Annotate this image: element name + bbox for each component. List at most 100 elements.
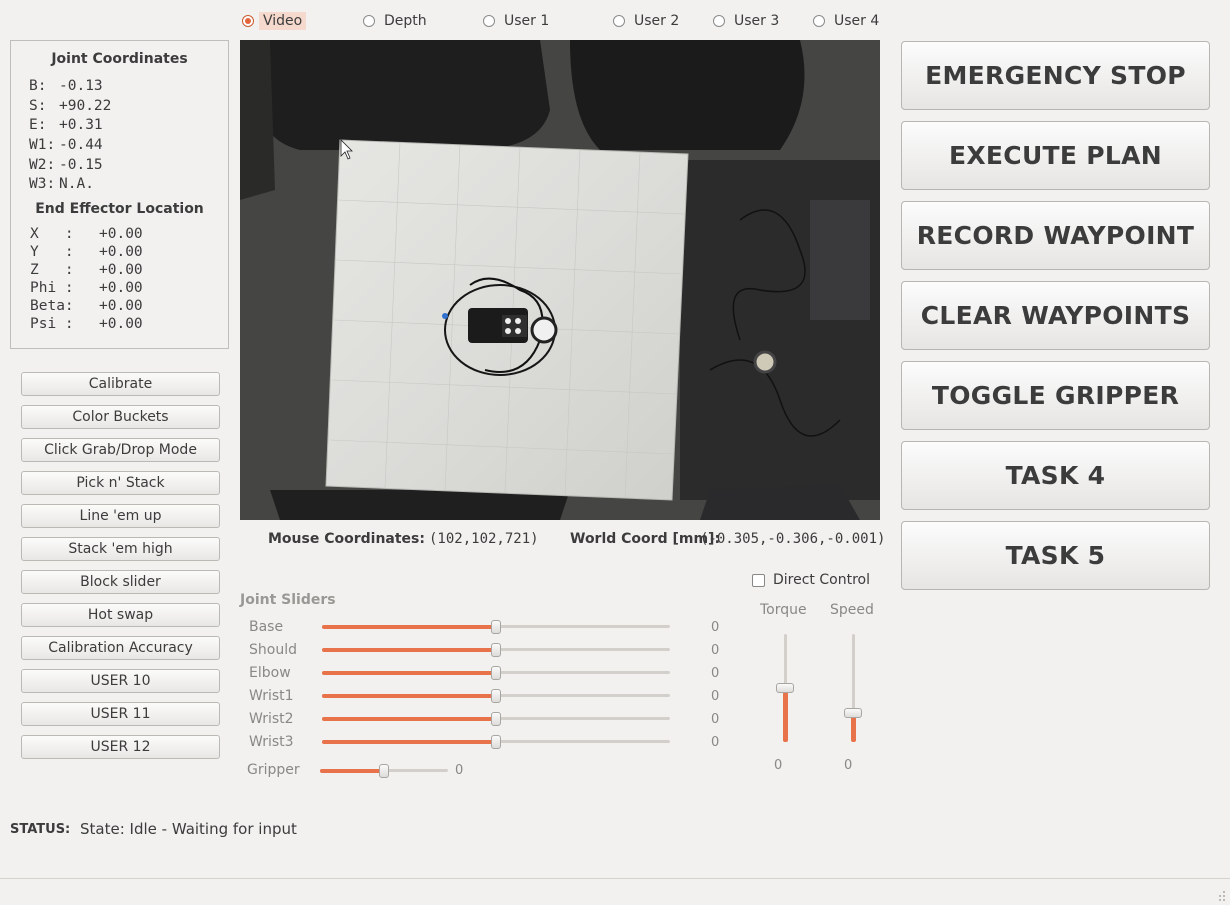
color-buckets-button[interactable]: Color Buckets [21,405,220,429]
checkbox-box [752,573,765,587]
ee-label-psi: Psi : [30,316,74,332]
task4-button[interactable]: TASK 4 [901,441,1210,510]
joint-value-b: -0.13 [59,78,103,94]
elbow-slider-value: 0 [711,666,720,681]
task5-button[interactable]: TASK 5 [901,521,1210,590]
block-slider-button[interactable]: Block slider [21,570,220,594]
ee-value-y: +0.00 [99,244,143,260]
wrist2-slider-value: 0 [711,712,720,727]
wrist2-slider-label: Wrist2 [249,711,294,727]
radio-label: User 1 [504,13,550,29]
elbow-slider-label: Elbow [249,665,291,681]
pick-n-stack-button[interactable]: Pick n' Stack [21,471,220,495]
speed-label: Speed [830,602,874,618]
slider-handle[interactable] [491,689,501,703]
ee-label-z: Z : [30,262,74,278]
radio-indicator [483,15,495,27]
radio-indicator [363,15,375,27]
joint-coordinates-title: Joint Coordinates [51,51,188,67]
calibration-accuracy-button[interactable]: Calibration Accuracy [21,636,220,660]
clear-waypoints-button[interactable]: CLEAR WAYPOINTS [901,281,1210,350]
resize-grip-icon[interactable] [1218,886,1226,901]
torque-value: 0 [774,758,783,773]
statusbar-divider [0,878,1230,879]
hot-swap-button[interactable]: Hot swap [21,603,220,627]
wrist1-slider-value: 0 [711,689,720,704]
mouse-coordinates-label: Mouse Coordinates: [268,531,425,547]
slider-fill [783,688,788,742]
mouse-coordinates-value: (102,102,721) [429,531,539,547]
view-mode-radio-user3[interactable]: User 3 [713,11,779,31]
line-em-up-button[interactable]: Line 'em up [21,504,220,528]
ee-label-y: Y : [30,244,74,260]
view-mode-radio-user4[interactable]: User 4 [813,11,879,31]
ee-value-x: +0.00 [99,226,143,242]
calibrate-button[interactable]: Calibrate [21,372,220,396]
slider-handle[interactable] [491,620,501,634]
end-effector-title: End Effector Location [35,201,204,217]
record-waypoint-button[interactable]: RECORD WAYPOINT [901,201,1210,270]
radio-indicator [613,15,625,27]
joint-value-s: +90.22 [59,98,112,114]
slider-fill [322,648,496,652]
wrist1-slider-label: Wrist1 [249,688,294,704]
joint-label-e: E: [29,117,47,133]
slider-handle[interactable] [491,666,501,680]
joint-value-w1: -0.44 [59,137,103,153]
speed-value: 0 [844,758,853,773]
slider-fill [322,717,496,721]
slider-fill [320,769,384,773]
shoulder-slider-value: 0 [711,643,720,658]
slider-handle[interactable] [844,707,862,718]
stack-em-high-button[interactable]: Stack 'em high [21,537,220,561]
gripper-slider-label: Gripper [247,762,300,778]
base-slider-value: 0 [711,620,720,635]
joint-label-w3: W3: [29,176,56,192]
ee-value-psi: +0.00 [99,316,143,332]
status-text: State: Idle - Waiting for input [80,820,297,838]
view-mode-radio-depth[interactable]: Depth [363,11,427,31]
joint-value-w2: -0.15 [59,157,103,173]
slider-handle[interactable] [776,683,794,693]
radio-indicator [242,15,254,27]
wrist3-slider-label: Wrist3 [249,734,294,750]
ee-value-phi: +0.00 [99,280,143,296]
ee-label-beta: Beta: [30,298,74,314]
click-grab-drop-button[interactable]: Click Grab/Drop Mode [21,438,220,462]
base-slider-label: Base [249,619,284,635]
slider-fill [322,625,496,629]
slider-handle[interactable] [491,712,501,726]
slider-fill [322,671,496,675]
emergency-stop-button[interactable]: EMERGENCY STOP [901,41,1210,110]
joint-value-w3: N.A. [59,176,94,192]
wrist3-slider-value: 0 [711,735,720,750]
radio-label: User 2 [634,13,680,29]
view-mode-radio-video[interactable]: Video [242,11,307,31]
user11-button[interactable]: USER 11 [21,702,220,726]
joint-sliders-title: Joint Sliders [240,592,336,608]
user12-button[interactable]: USER 12 [21,735,220,759]
direct-control-checkbox[interactable]: Direct Control [752,572,870,588]
radio-indicator [713,15,725,27]
joint-label-w2: W2: [29,157,56,173]
radio-label: Video [259,12,307,30]
camera-video-feed[interactable] [240,40,880,520]
ee-label-phi: Phi : [30,280,74,296]
joint-label-b: B: [29,78,47,94]
view-mode-radio-user2[interactable]: User 2 [613,11,679,31]
radio-label: User 3 [734,13,780,29]
user10-button[interactable]: USER 10 [21,669,220,693]
slider-handle[interactable] [379,764,389,778]
direct-control-label: Direct Control [773,572,870,588]
joint-label-w1: W1: [29,137,56,153]
world-coord-value: (-0.305,-0.306,-0.001) [700,531,886,547]
slider-handle[interactable] [491,643,501,657]
toggle-gripper-button[interactable]: TOGGLE GRIPPER [901,361,1210,430]
status-label: STATUS: [10,822,71,837]
view-mode-radio-user1[interactable]: User 1 [483,11,549,31]
joint-label-s: S: [29,98,47,114]
slider-fill [322,740,496,744]
slider-handle[interactable] [491,735,501,749]
execute-plan-button[interactable]: EXECUTE PLAN [901,121,1210,190]
ee-value-z: +0.00 [99,262,143,278]
